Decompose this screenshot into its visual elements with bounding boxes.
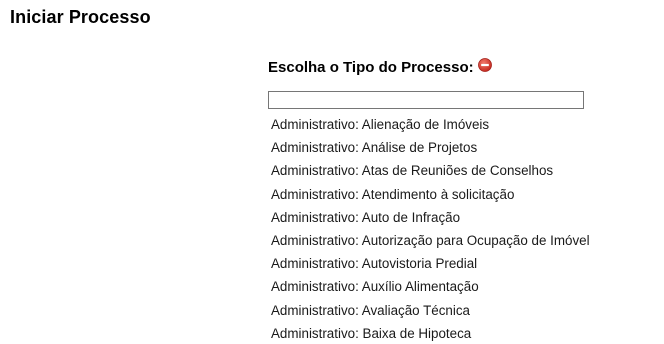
- process-type-item[interactable]: Administrativo: Atas de Reuniões de Cons…: [268, 159, 658, 182]
- process-type-item[interactable]: Administrativo: Baixa de Hipoteca: [268, 322, 658, 344]
- page: Iniciar Processo Escolha o Tipo do Proce…: [0, 0, 664, 344]
- chooser-heading-label: Escolha o Tipo do Processo:: [268, 58, 474, 76]
- process-type-item[interactable]: Administrativo: Atendimento à solicitaçã…: [268, 183, 658, 206]
- process-type-list: Administrativo: Alienação de Imóveis Adm…: [268, 113, 658, 344]
- page-title: Iniciar Processo: [10, 7, 151, 27]
- minus-circle-icon[interactable]: [477, 58, 492, 72]
- process-type-item[interactable]: Administrativo: Auto de Infração: [268, 206, 658, 229]
- process-type-item[interactable]: Administrativo: Autorização para Ocupaçã…: [268, 229, 658, 252]
- process-type-item[interactable]: Administrativo: Alienação de Imóveis: [268, 113, 658, 136]
- process-type-item[interactable]: Administrativo: Auxílio Alimentação: [268, 275, 658, 298]
- chooser-heading: Escolha o Tipo do Processo:: [268, 56, 658, 78]
- process-type-filter-input[interactable]: [268, 91, 584, 109]
- process-type-chooser: Escolha o Tipo do Processo: Administrati…: [268, 56, 658, 344]
- process-type-item[interactable]: Administrativo: Autovistoria Predial: [268, 252, 658, 275]
- process-type-item[interactable]: Administrativo: Análise de Projetos: [268, 136, 658, 159]
- process-type-item[interactable]: Administrativo: Avaliação Técnica: [268, 299, 658, 322]
